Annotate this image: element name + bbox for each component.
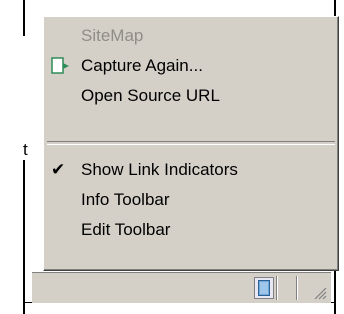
page-icon: [258, 280, 270, 296]
menu-separator: [47, 141, 335, 145]
menu-item-sitemap: SiteMap: [44, 21, 338, 51]
status-page-button[interactable]: [254, 277, 274, 299]
menu-item-label: SiteMap: [81, 26, 144, 45]
screenshot-frame: t SiteMap Capture Again... Open Source U…: [0, 0, 344, 314]
resize-grip-icon[interactable]: [313, 286, 327, 300]
menu-item-label: Open Source URL: [81, 86, 220, 105]
checkmark-icon: ✔: [51, 160, 66, 179]
menu-item-label: Show Link Indicators: [81, 160, 238, 179]
menu-item-label: Info Toolbar: [81, 190, 170, 209]
menu-item-open-source-url[interactable]: Open Source URL: [44, 81, 338, 111]
menu-item-show-link-indicators[interactable]: ✔ Show Link Indicators: [44, 155, 338, 185]
context-menu: SiteMap Capture Again... Open Source URL…: [43, 16, 339, 271]
status-separator-highlight: [297, 276, 298, 300]
frame-border-left-top: [23, 0, 25, 36]
menu-item-info-toolbar[interactable]: Info Toolbar: [44, 185, 338, 215]
status-separator-highlight: [277, 276, 278, 300]
status-bar: [32, 272, 331, 303]
frame-border-left-bottom: [23, 160, 25, 314]
background-partial-text: t: [23, 140, 28, 159]
capture-icon: [51, 57, 69, 74]
menu-item-label: Edit Toolbar: [81, 220, 171, 239]
menu-item-edit-toolbar[interactable]: Edit Toolbar: [44, 215, 338, 245]
menu-item-capture-again[interactable]: Capture Again...: [44, 51, 338, 81]
menu-item-label: Capture Again...: [81, 56, 203, 75]
